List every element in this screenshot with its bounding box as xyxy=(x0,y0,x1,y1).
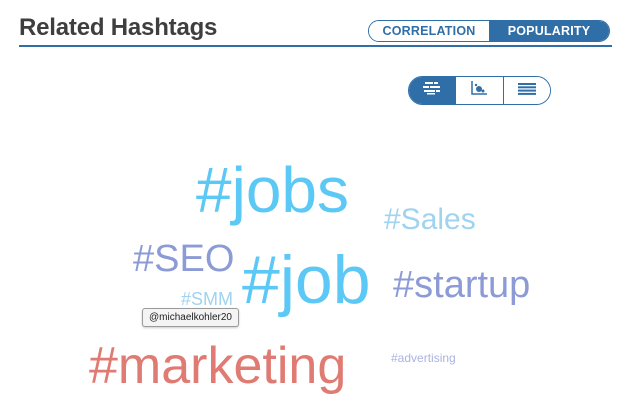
view-switcher xyxy=(408,76,551,105)
hashtag-job[interactable]: #job xyxy=(242,246,371,314)
user-tooltip: @michaelkohler20 xyxy=(142,308,239,327)
hashtag-seo[interactable]: #SEO xyxy=(133,240,234,278)
hashtag-advertising[interactable]: #advertising xyxy=(391,352,456,364)
list-view-icon xyxy=(517,82,536,100)
page-title: Related Hashtags xyxy=(19,14,218,41)
cloud-view-button[interactable] xyxy=(409,77,456,104)
hashtag-marketing[interactable]: #marketing xyxy=(89,340,346,392)
hashtag-sales[interactable]: #Sales xyxy=(384,205,476,235)
hashtag-startup[interactable]: #startup xyxy=(393,266,530,304)
hashtag-smm[interactable]: #SMM xyxy=(181,290,233,308)
scatter-view-button[interactable] xyxy=(455,77,503,104)
hashtag-jobs[interactable]: #jobs xyxy=(196,158,349,222)
popularity-button[interactable]: POPULARITY xyxy=(489,21,609,41)
correlation-button[interactable]: CORRELATION xyxy=(369,21,489,41)
cloud-view-icon xyxy=(422,81,442,100)
header-divider xyxy=(19,45,612,47)
hashtag-cloud: #jobs #Sales #SEO #job #startup #SMM #ma… xyxy=(0,110,627,410)
scatter-view-icon xyxy=(469,80,489,101)
list-view-button[interactable] xyxy=(502,77,550,104)
sort-mode-toggle: CORRELATION POPULARITY xyxy=(368,20,610,42)
